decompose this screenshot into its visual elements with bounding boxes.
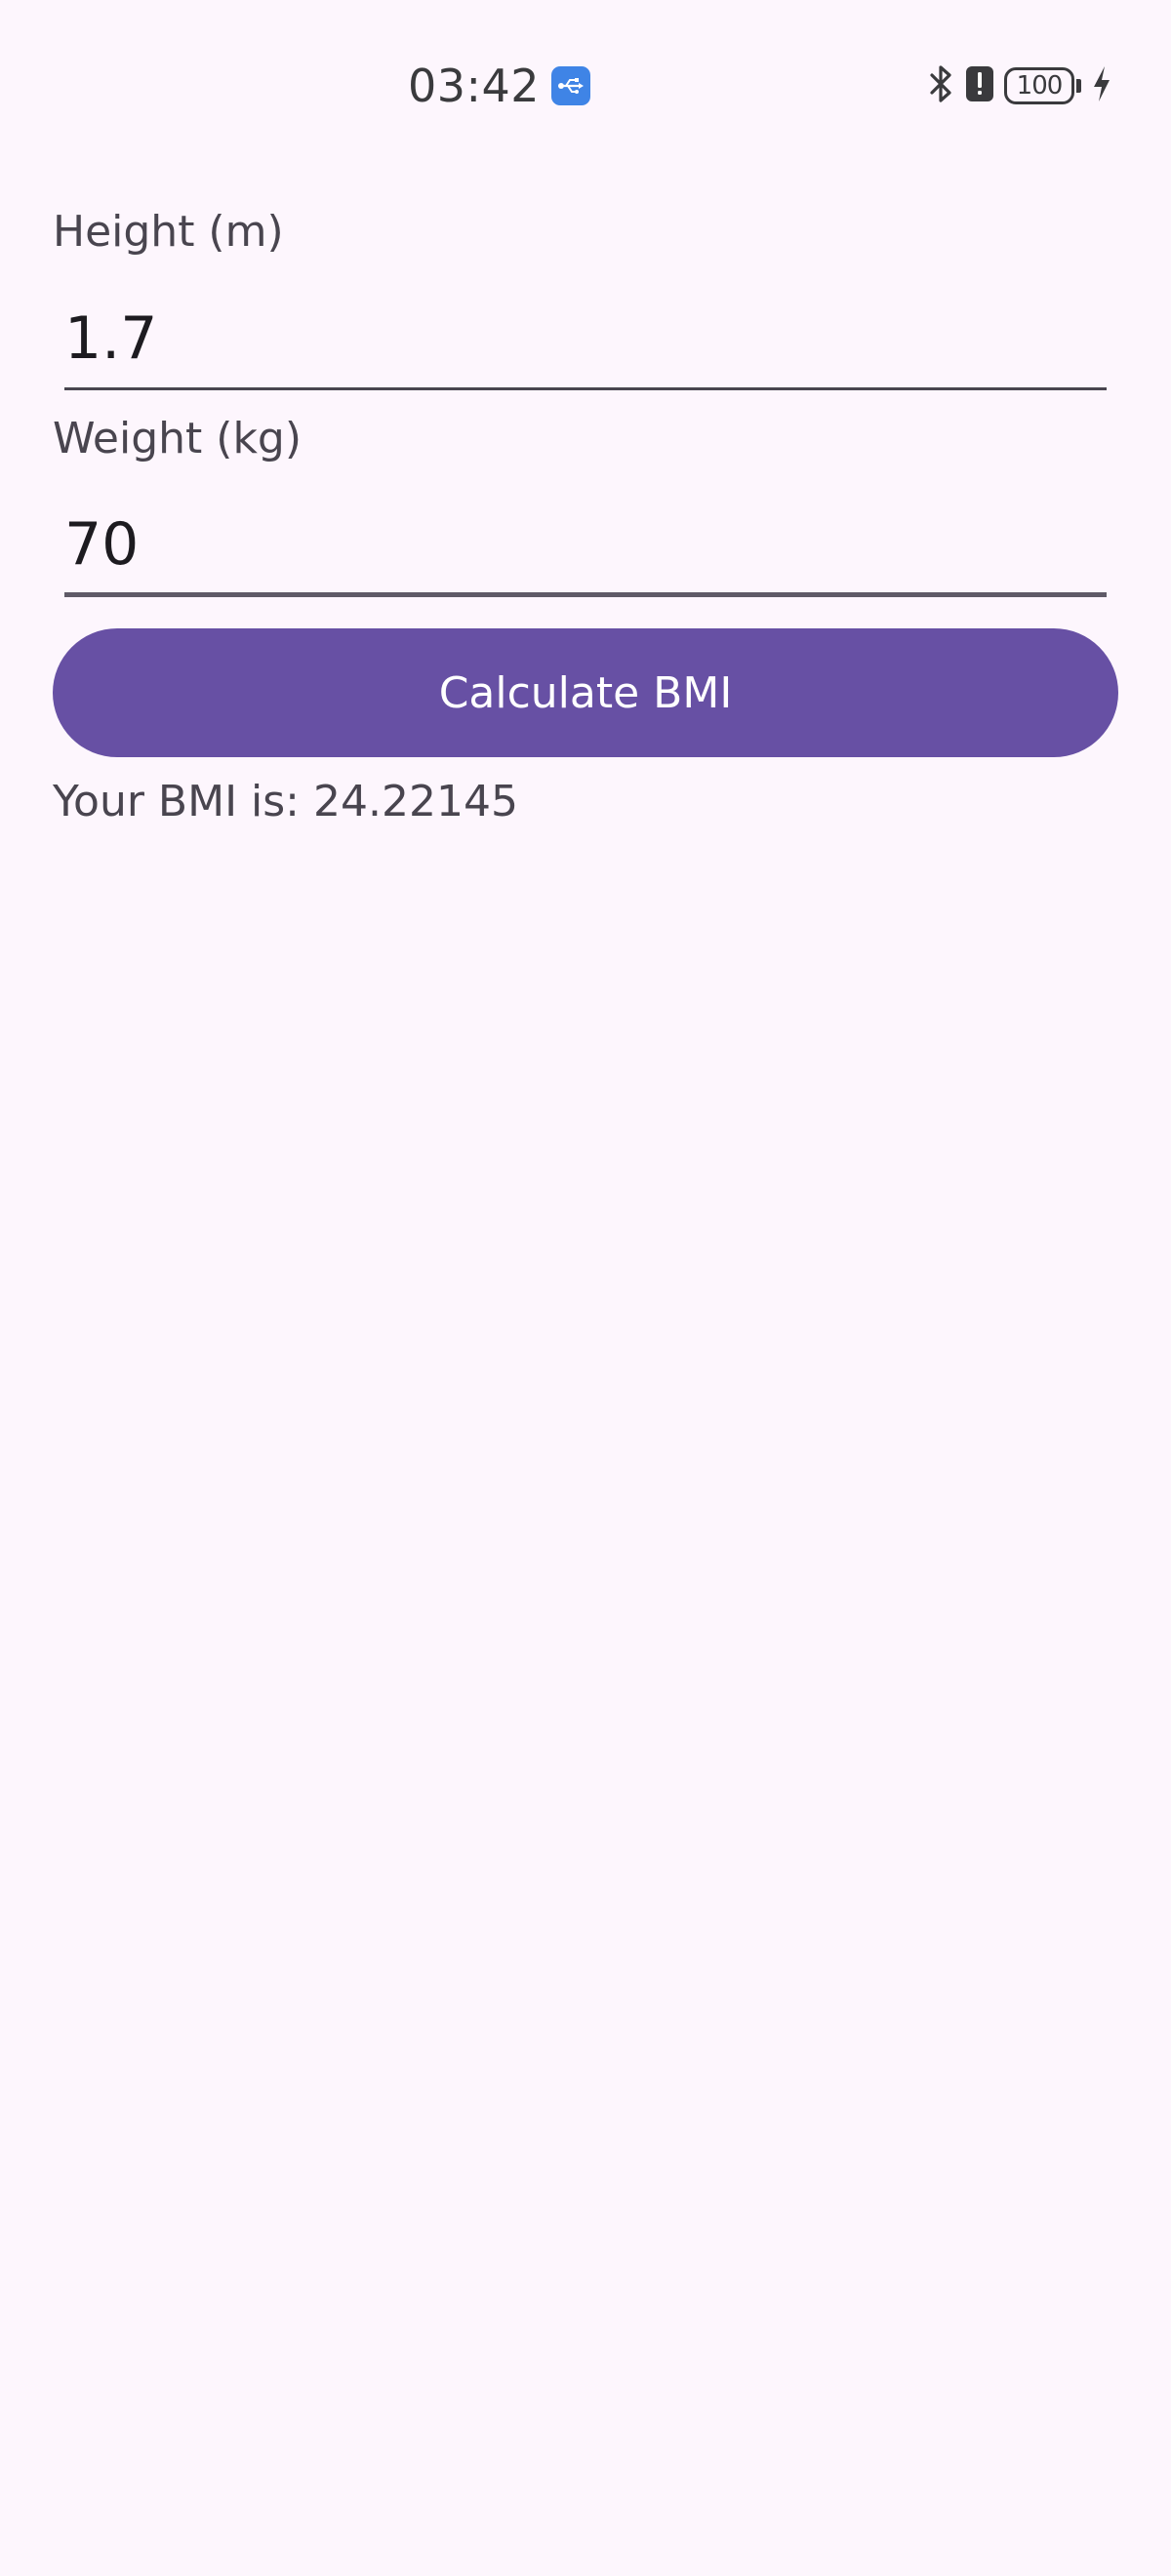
height-label: Height (m) (53, 207, 284, 257)
usb-debugging-icon (551, 66, 591, 105)
weight-label: Weight (kg) (53, 414, 303, 463)
calculate-bmi-button[interactable]: Calculate BMI (53, 628, 1118, 757)
bluetooth-icon (928, 63, 955, 108)
clock: 03:42 (408, 60, 541, 112)
status-icons: 100 (928, 62, 1112, 109)
charging-icon (1091, 64, 1112, 107)
weight-input[interactable] (64, 503, 1107, 597)
alert-icon (965, 64, 994, 107)
battery-level: 100 (1016, 71, 1064, 101)
bmi-result-text: Your BMI is: 24.22145 (53, 777, 518, 826)
weight-field: Weight (kg) (53, 412, 1107, 597)
battery-tip (1076, 79, 1081, 93)
height-field: Height (m) (53, 205, 1107, 390)
status-bar: 03:42 100 (0, 0, 1171, 146)
clock-group: 03:42 (408, 59, 591, 113)
battery-indicator: 100 (1004, 67, 1081, 104)
height-input[interactable] (64, 297, 1107, 390)
battery-icon: 100 (1004, 67, 1074, 104)
